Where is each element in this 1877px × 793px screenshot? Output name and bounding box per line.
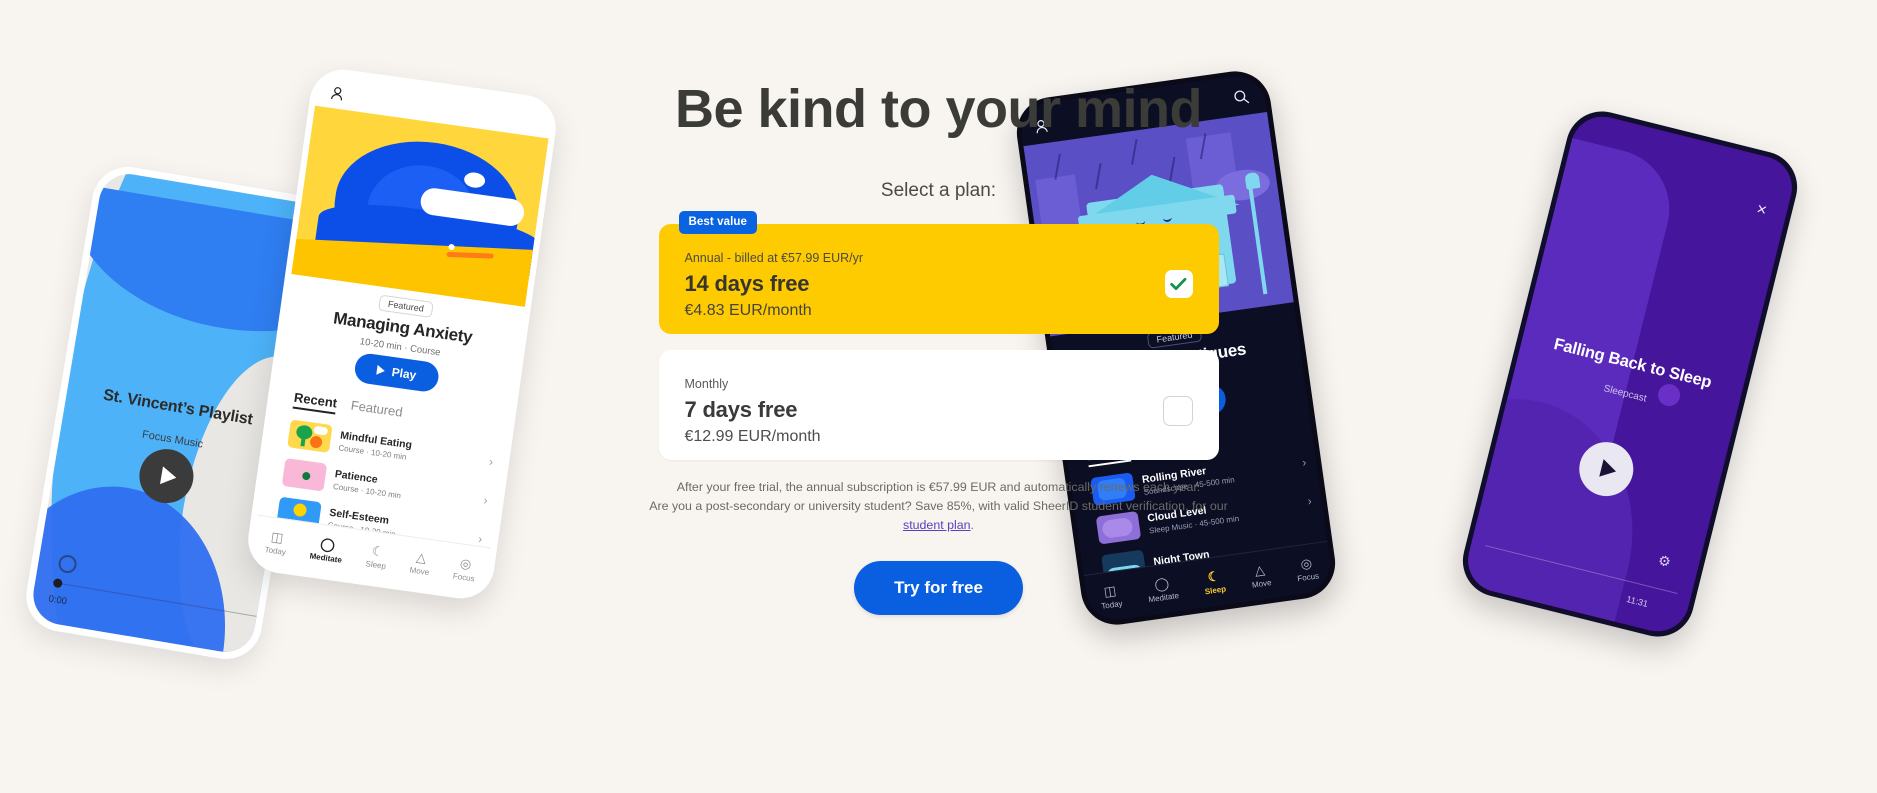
nav-label: Sleep <box>365 558 387 571</box>
tab-featured[interactable]: Featured <box>350 398 404 420</box>
nav-label: Focus <box>1296 570 1320 583</box>
move-icon: △ <box>1253 561 1266 578</box>
close-icon[interactable]: × <box>1755 199 1769 220</box>
moon-icon: ☾ <box>370 542 385 559</box>
plan-card-annual[interactable]: Best value Annual - billed at €57.99 EUR… <box>658 211 1219 334</box>
try-for-free-button[interactable]: Try for free <box>854 561 1023 615</box>
focus-icon: ◎ <box>1299 554 1313 572</box>
chevron-right-icon: › <box>477 531 484 547</box>
nav-label: Today <box>264 544 287 557</box>
nav-label: Meditate <box>309 550 343 565</box>
paywall-content: Be kind to your mind Select a plan: Best… <box>629 0 1249 793</box>
plan-card-monthly[interactable]: Monthly 7 days free €12.99 EUR/month <box>658 350 1219 460</box>
nav-label: Move <box>409 564 430 577</box>
plan-annual-title: 14 days free <box>684 271 810 296</box>
play-button[interactable]: Play <box>353 351 441 394</box>
chevron-right-icon: › <box>1301 455 1308 470</box>
chevron-right-icon: › <box>488 454 495 469</box>
phone-mockup-anxiety: Featured Managing Anxiety 10-20 min · Co… <box>243 65 561 603</box>
fineprint: After your free trial, the annual subscr… <box>639 478 1239 535</box>
plan-monthly-checkbox[interactable] <box>1162 396 1193 426</box>
phone-mockup-sleepcast: × Falling Back to Sleep Sleepcast ⚙ 11:3… <box>1455 103 1805 645</box>
focus-icon: ◎ <box>459 554 473 572</box>
nav-item-meditate[interactable]: ◯ Meditate <box>309 535 345 564</box>
nav-item-focus[interactable]: ◎ Focus <box>452 555 477 583</box>
plan-annual-checkbox[interactable] <box>1164 270 1193 298</box>
select-plan-label: Select a plan: <box>880 180 997 201</box>
nav-item-move[interactable]: △ Move <box>409 548 432 577</box>
today-icon: ◫ <box>270 528 285 545</box>
circle-icon: ◯ <box>319 535 337 553</box>
nav-label: Move <box>1251 577 1272 590</box>
student-plan-link[interactable]: student plan <box>903 518 971 532</box>
sleepcast-bg-shape-1 <box>1461 125 1682 460</box>
best-value-badge: Best value <box>678 211 758 234</box>
nav-item-today[interactable]: ◫ Today <box>264 528 289 557</box>
chevron-right-icon: › <box>1306 493 1313 509</box>
plan-monthly-subtitle: Monthly <box>684 377 729 391</box>
page-title: Be kind to your mind <box>674 79 1203 139</box>
move-icon: △ <box>415 548 428 565</box>
thumbnail-patience <box>281 458 328 492</box>
gear-icon[interactable]: ⚙ <box>1656 552 1672 572</box>
nav-label: Focus <box>452 570 476 583</box>
person-icon[interactable] <box>330 86 345 102</box>
plan-annual-subtitle: Annual - billed at €57.99 EUR/yr <box>684 251 864 265</box>
tab-recent[interactable]: Recent <box>292 389 339 415</box>
plan-annual-price: €4.83 EUR/month <box>684 302 812 319</box>
thumbnail-mindful-eating <box>287 419 333 453</box>
anxiety-hero-image <box>291 105 549 307</box>
play-button-label: Play <box>390 365 418 383</box>
play-icon <box>376 364 386 376</box>
nav-item-sleep[interactable]: ☾ Sleep <box>365 543 389 571</box>
plan-monthly-price: €12.99 EUR/month <box>684 428 821 445</box>
page-root: × St. Vincent’s Playlist Focus Music 0:0… <box>0 0 1877 793</box>
chevron-right-icon: › <box>482 493 489 508</box>
fineprint-period: . <box>970 518 974 532</box>
playback-time: 11:31 <box>1625 594 1650 610</box>
fineprint-line1: After your free trial, the annual subscr… <box>676 480 1201 494</box>
plan-monthly-title: 7 days free <box>684 397 798 422</box>
anxiety-tabs: Recent Featured <box>292 389 404 424</box>
sleepcast-screen: × Falling Back to Sleep Sleepcast ⚙ 11:3… <box>1461 109 1799 639</box>
fineprint-line2: Are you a post-secondary or university s… <box>649 499 1228 513</box>
nav-item-focus[interactable]: ◎ Focus <box>1294 554 1320 583</box>
nav-item-move[interactable]: △ Move <box>1249 561 1272 590</box>
anxiety-screen: Featured Managing Anxiety 10-20 min · Co… <box>250 71 554 597</box>
featured-badge: Featured <box>378 294 434 318</box>
